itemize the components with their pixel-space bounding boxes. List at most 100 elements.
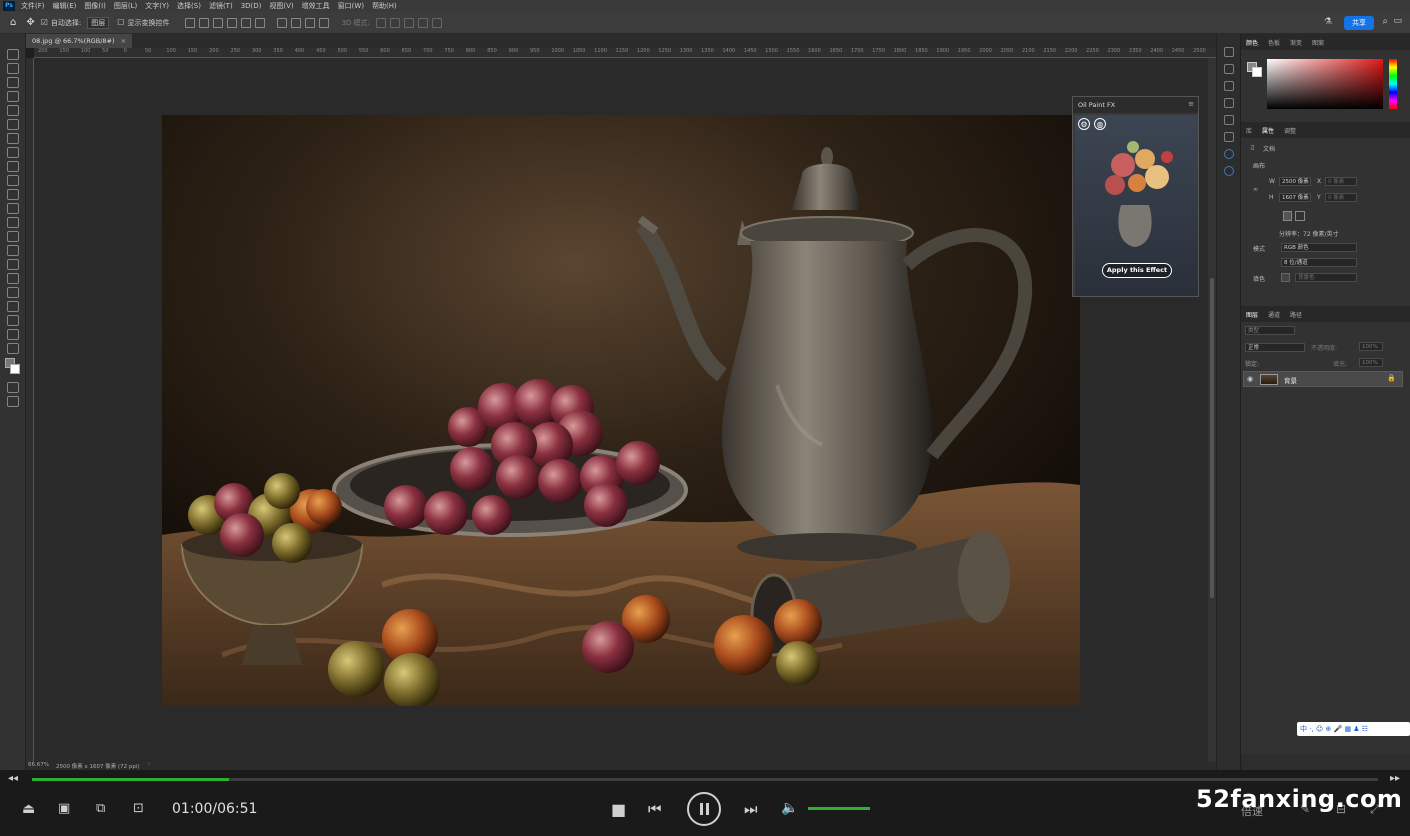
lock-icon[interactable]: 🔒 — [1387, 374, 1396, 382]
pen-tool-icon[interactable] — [7, 259, 19, 270]
tab-adjustments[interactable]: 调整 — [1284, 126, 1296, 135]
distribute-h-icon[interactable] — [305, 17, 316, 28]
auto-select-checkbox[interactable]: ☑ — [41, 18, 48, 27]
close-tab-icon[interactable]: × — [121, 37, 126, 45]
document-image[interactable] — [162, 115, 1080, 706]
character-icon[interactable] — [1223, 98, 1234, 108]
playlist-icon[interactable]: ▣ — [58, 801, 70, 816]
eject-icon[interactable]: ⏏ — [22, 801, 35, 817]
zoom-tool-icon[interactable] — [7, 329, 19, 340]
align-top-icon[interactable] — [227, 17, 238, 28]
height-field[interactable]: 1607 像素 — [1279, 193, 1311, 202]
distribute-spacing-icon[interactable] — [319, 17, 330, 28]
tab-paths[interactable]: 路径 — [1290, 310, 1302, 319]
flask-icon[interactable]: ⚗ — [1324, 17, 1332, 27]
previous-icon[interactable]: ⏮ — [648, 800, 662, 818]
tab-patterns[interactable]: 图案 — [1312, 38, 1324, 47]
magic-wand-tool-icon[interactable] — [7, 91, 19, 102]
quick-mask-icon[interactable] — [7, 382, 19, 393]
document-tab[interactable]: 08.jpg @ 66.7%(RGB/8#) × — [26, 34, 133, 48]
vertical-scrollbar[interactable] — [1208, 58, 1216, 762]
color-field[interactable] — [1267, 59, 1383, 109]
layer-row[interactable]: ◉ 背景 🔒 — [1243, 371, 1403, 387]
mode-dropdown[interactable]: RGB 颜色 — [1281, 243, 1357, 252]
show-transform-checkbox[interactable]: ☐ — [117, 18, 124, 27]
blend-mode-dropdown[interactable]: 正常 — [1245, 343, 1305, 352]
menu-select[interactable]: 选择(S) — [177, 1, 201, 11]
move-tool-icon[interactable]: ✥ — [26, 17, 34, 28]
distribute-icon[interactable] — [277, 17, 288, 28]
tab-layers[interactable]: 图层 — [1246, 310, 1258, 319]
3d-orbit-icon[interactable] — [375, 17, 386, 28]
eyedropper-tool-icon[interactable] — [7, 133, 19, 144]
progress-track[interactable] — [32, 778, 1378, 781]
volume-level[interactable] — [808, 807, 871, 810]
background-color-swatch[interactable] — [10, 364, 20, 374]
apply-effect-button[interactable]: Apply this Effect — [1102, 263, 1172, 278]
crop-tool-icon[interactable] — [7, 105, 19, 116]
tab-properties[interactable]: 属性 — [1262, 126, 1274, 135]
menu-image[interactable]: 图像(I) — [84, 1, 106, 11]
volume-icon[interactable]: 🔈 — [781, 800, 798, 816]
fill-opacity-field[interactable]: 100% — [1359, 358, 1383, 367]
depth-dropdown[interactable]: 8 位/通道 — [1281, 258, 1357, 267]
menu-layer[interactable]: 图层(L) — [114, 1, 137, 11]
link-icon[interactable]: ∞ — [1253, 186, 1258, 193]
status-arrow-icon[interactable]: › — [148, 761, 150, 767]
share-button[interactable]: 共享 — [1344, 16, 1374, 30]
tab-gradients[interactable]: 渐变 — [1290, 38, 1302, 47]
brush-tool-icon[interactable] — [7, 161, 19, 172]
hand-tool-icon[interactable] — [7, 315, 19, 326]
forward-icon[interactable]: ▸▸ — [1390, 773, 1400, 784]
eraser-tool-icon[interactable] — [7, 203, 19, 214]
3d-roll-icon[interactable] — [389, 17, 400, 28]
fill-swatch[interactable] — [1281, 273, 1290, 282]
lasso-tool-icon[interactable] — [7, 77, 19, 88]
screen-mode-icon[interactable] — [7, 396, 19, 407]
clone-stamp-tool-icon[interactable] — [7, 175, 19, 186]
history-brush-tool-icon[interactable] — [7, 189, 19, 200]
healing-brush-tool-icon[interactable] — [7, 147, 19, 158]
move-tool-icon[interactable] — [7, 49, 19, 60]
3d-pan-icon[interactable] — [403, 17, 414, 28]
3d-scale-icon[interactable] — [431, 17, 442, 28]
type-tool-icon[interactable] — [7, 273, 19, 284]
menu-3d[interactable]: 3D(D) — [241, 2, 262, 10]
gradient-tool-icon[interactable] — [7, 217, 19, 228]
fill-dropdown[interactable]: 背景色 — [1295, 273, 1357, 282]
align-left-icon[interactable] — [185, 17, 196, 28]
rewind-icon[interactable]: ◂◂ — [8, 773, 18, 784]
more-tools-icon[interactable] — [7, 343, 19, 354]
hue-slider[interactable] — [1389, 59, 1397, 109]
opacity-field[interactable]: 100% — [1359, 342, 1383, 351]
align-right-icon[interactable] — [213, 17, 224, 28]
brush-settings-icon[interactable] — [1223, 132, 1234, 142]
x-field[interactable]: 0 像素 — [1325, 177, 1357, 186]
menu-filter[interactable]: 滤镜(T) — [209, 1, 233, 11]
comments-icon[interactable] — [1223, 81, 1234, 91]
ime-toolbar[interactable]: 中 ·, ☺ ⊕ 🎤 ▦ ♟ ☷ — [1297, 722, 1410, 736]
visibility-eye-icon[interactable]: ◉ — [1247, 375, 1253, 383]
path-selection-tool-icon[interactable] — [7, 287, 19, 298]
menu-view[interactable]: 视图(V) — [269, 1, 293, 11]
capture-icon[interactable]: ⊡ — [133, 801, 144, 816]
width-field[interactable]: 2500 像素 — [1279, 177, 1311, 186]
tab-color[interactable]: 颜色 — [1246, 38, 1258, 47]
marquee-tool-icon[interactable] — [7, 63, 19, 74]
y-field[interactable]: 0 像素 — [1325, 193, 1357, 202]
tab-swatches[interactable]: 色板 — [1268, 38, 1280, 47]
next-icon[interactable]: ⏭ — [744, 800, 758, 818]
3d-slide-icon[interactable] — [417, 17, 428, 28]
menu-edit[interactable]: 编辑(E) — [53, 1, 77, 11]
tab-libraries[interactable]: 库 — [1246, 126, 1252, 135]
actions-play-icon[interactable] — [1223, 64, 1234, 74]
pause-button[interactable] — [687, 792, 721, 826]
paragraph-icon[interactable] — [1223, 115, 1234, 125]
blur-tool-icon[interactable] — [7, 231, 19, 242]
dodge-tool-icon[interactable] — [7, 245, 19, 256]
align-bottom-icon[interactable] — [255, 17, 266, 28]
panel-menu-icon[interactable]: ≡ — [1188, 100, 1194, 108]
layer-name[interactable]: 背景 — [1284, 375, 1297, 385]
scroll-thumb[interactable] — [1210, 278, 1214, 598]
landscape-icon[interactable] — [1295, 211, 1305, 221]
